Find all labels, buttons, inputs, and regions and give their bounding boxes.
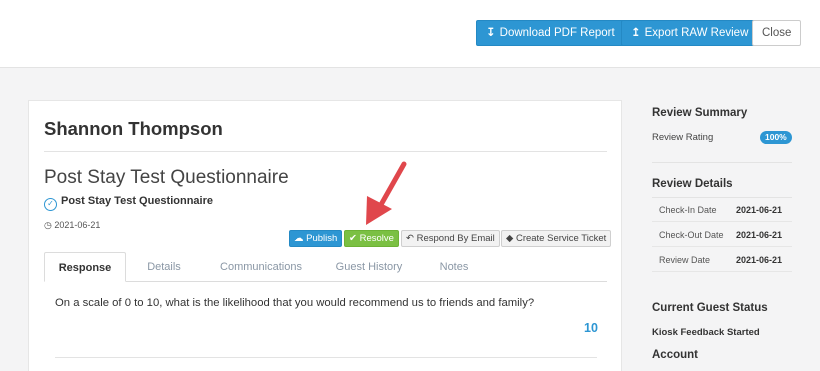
review-details-heading: Review Details xyxy=(652,178,733,190)
divider xyxy=(55,357,597,358)
review-tabs: Response Details Communications Guest Hi… xyxy=(44,252,607,282)
resolve-button[interactable]: ✔ Resolve xyxy=(344,230,399,247)
export-raw-label: Export RAW Review xyxy=(644,27,749,39)
top-toolbar: ↧ Download PDF Report ↥ Export RAW Review … xyxy=(0,0,820,68)
divider xyxy=(44,151,607,152)
guest-status-value: Kiosk Feedback Started xyxy=(652,327,760,338)
tab-response[interactable]: Response xyxy=(44,252,126,282)
questionnaire-title: Post Stay Test Questionnaire xyxy=(44,167,289,188)
publish-label: Publish xyxy=(306,233,338,244)
review-date-text: 2021-06-21 xyxy=(54,220,101,230)
create-ticket-label: Create Service Ticket xyxy=(515,233,607,244)
review-date-label: Review Date xyxy=(659,255,711,265)
reply-icon: ↶ xyxy=(406,233,414,244)
check-out-label: Check-Out Date xyxy=(659,230,724,240)
detail-row-check-out: Check-Out Date 2021-06-21 xyxy=(652,223,792,247)
respond-email-button[interactable]: ↶ Respond By Email xyxy=(401,230,500,247)
review-rating-label: Review Rating xyxy=(652,132,714,143)
export-raw-button[interactable]: ↥ Export RAW Review xyxy=(621,20,759,46)
close-button[interactable]: Close xyxy=(752,20,802,46)
review-date: ◷ 2021-06-21 xyxy=(44,220,100,231)
clock-icon: ◷ xyxy=(44,220,52,230)
publish-button[interactable]: ☁ Publish xyxy=(289,230,343,247)
review-rating-badge: 100% xyxy=(760,131,792,144)
questionnaire-subtitle: ✓ Post Stay Test Questionnaire xyxy=(44,195,213,211)
upload-icon: ↥ xyxy=(631,27,641,39)
guest-status-heading: Current Guest Status xyxy=(652,302,768,314)
questionnaire-subtitle-text: Post Stay Test Questionnaire xyxy=(61,195,214,207)
review-card: Shannon Thompson Post Stay Test Question… xyxy=(28,100,622,371)
tab-guest-history[interactable]: Guest History xyxy=(324,252,414,282)
resolve-label: Resolve xyxy=(359,233,394,244)
tab-communications[interactable]: Communications xyxy=(206,252,316,282)
download-pdf-button[interactable]: ↧ Download PDF Report xyxy=(476,20,625,46)
review-date-value: 2021-06-21 xyxy=(735,255,782,265)
tab-notes[interactable]: Notes xyxy=(424,252,484,282)
guest-name: Shannon Thompson xyxy=(44,118,223,139)
tab-details[interactable]: Details xyxy=(134,252,194,282)
respond-email-label: Respond By Email xyxy=(416,233,495,244)
survey-question: On a scale of 0 to 10, what is the likel… xyxy=(55,297,535,309)
checkmark-icon: ✔ xyxy=(349,233,357,244)
survey-answer: 10 xyxy=(584,321,598,335)
check-out-value: 2021-06-21 xyxy=(735,230,782,240)
detail-row-review-date: Review Date 2021-06-21 xyxy=(652,248,792,272)
cloud-upload-icon: ☁ xyxy=(294,233,304,244)
divider xyxy=(652,162,792,163)
badge-check-icon: ✓ xyxy=(44,198,57,211)
tag-icon: ◆ xyxy=(506,233,514,244)
detail-row-check-in: Check-In Date 2021-06-21 xyxy=(652,198,792,222)
review-summary-heading: Review Summary xyxy=(652,107,748,119)
account-heading: Account xyxy=(652,349,698,361)
check-in-label: Check-In Date xyxy=(659,205,717,215)
download-pdf-label: Download PDF Report xyxy=(499,27,615,39)
check-in-value: 2021-06-21 xyxy=(735,205,782,215)
create-ticket-button[interactable]: ◆ Create Service Ticket xyxy=(501,230,612,247)
download-icon: ↧ xyxy=(486,27,496,39)
